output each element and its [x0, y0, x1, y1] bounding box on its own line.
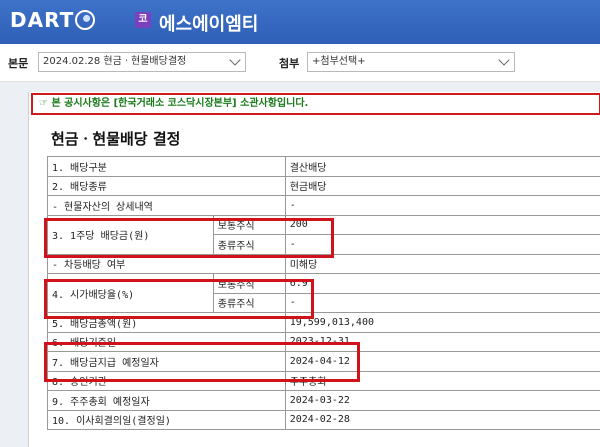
logo-text: DART — [10, 8, 75, 32]
row-value: 2024-03-22 — [284, 390, 600, 411]
table-row: 7. 배당금지급 예정일자 2024-04-12 — [47, 351, 600, 372]
row-sublabel: 종류주식 — [212, 292, 286, 313]
row-value: - — [284, 195, 600, 216]
row-label: 6. 배당기준일 — [47, 331, 286, 352]
row-label: 8. 승인기관 — [47, 370, 286, 391]
row-label: - 현물자산의 상세내역 — [47, 195, 286, 216]
row-value: 결산배당 — [284, 156, 600, 177]
main-doc-label: 본문 — [8, 57, 29, 70]
row-sublabel: 보통주식 — [212, 273, 286, 294]
attachment-select-value: +첨부선택+ — [312, 56, 366, 67]
dart-logo[interactable]: DART — [10, 8, 96, 32]
row-label: 9. 주주총회 예정일자 — [47, 390, 286, 411]
table-row: 5. 배당금총액(원) 19,599,013,400 — [47, 312, 600, 333]
jurisdiction-notice: ☞ 본 공시사항은 [한국거래소 코스닥시장본부] 소관사항입니다. — [31, 93, 600, 115]
table-row: 4. 시가배당율(%) 보통주식 6.9 — [47, 273, 600, 313]
table-row: 2. 배당종류 현금배당 — [47, 175, 600, 196]
row-value: 현금배당 — [284, 175, 600, 196]
row-label: 5. 배당금총액(원) — [47, 312, 286, 333]
row-value: 2023-12-31 — [284, 331, 600, 352]
row-value: 주주총회 — [284, 370, 600, 391]
chevron-down-icon — [229, 54, 241, 66]
row-value: - — [284, 292, 600, 313]
row-value: - — [284, 234, 600, 255]
row-sublabel: 종류주식 — [212, 234, 286, 255]
dividend-table: 1. 배당구분 결산배당 2. 배당종류 현금배당 - 현물자산의 상세내역 -… — [47, 156, 600, 430]
table-row: - 현물자산의 상세내역 - — [47, 195, 600, 216]
row-label: 7. 배당금지급 예정일자 — [47, 351, 286, 372]
row-label: - 차등배당 여부 — [47, 253, 286, 274]
app-header: DART 코 에스에이엠티 — [0, 0, 600, 44]
row-label: 3. 1주당 배당금(원) — [47, 214, 214, 255]
table-row: 8. 승인기관 주주총회 — [47, 370, 600, 391]
row-label: 2. 배당종류 — [47, 175, 286, 196]
chevron-down-icon — [498, 54, 510, 66]
row-value: 2024-04-12 — [284, 351, 600, 372]
main-doc-select-value: 2024.02.28 현금ㆍ현물배당결정 — [43, 56, 187, 67]
kosdaq-market-badge: 코 — [135, 12, 151, 28]
table-row: 6. 배당기준일 2023-12-31 — [47, 331, 600, 352]
attachment-label: 첨부 — [279, 57, 300, 70]
table-row: 9. 주주총회 예정일자 2024-03-22 — [47, 390, 600, 411]
row-label: 4. 시가배당율(%) — [47, 273, 214, 313]
row-label: 10. 이사회결의일(결정일) — [47, 409, 286, 430]
row-label: 1. 배당구분 — [47, 156, 286, 177]
logo-globe-icon — [75, 10, 96, 30]
table-row: 3. 1주당 배당금(원) 보통주식 200 — [47, 214, 600, 255]
document-toolbar: 본문 2024.02.28 현금ㆍ현물배당결정 첨부 +첨부선택+ — [0, 44, 600, 82]
main-doc-select[interactable]: 2024.02.28 현금ㆍ현물배당결정 — [38, 52, 246, 72]
row-value: 19,599,013,400 — [284, 312, 600, 333]
row-value: 미해당 — [284, 253, 600, 274]
row-sublabel: 보통주식 — [212, 214, 286, 235]
attachment-select[interactable]: +첨부선택+ — [307, 52, 515, 72]
company-name: 에스에이엠티 — [159, 14, 259, 35]
row-value: 200 — [284, 214, 600, 235]
document-page: ☞ 본 공시사항은 [한국거래소 코스닥시장본부] 소관사항입니다. 현금ㆍ현물… — [28, 92, 600, 447]
row-value: 6.9 — [284, 273, 600, 294]
document-title: 현금ㆍ현물배당 결정 — [51, 130, 181, 148]
table-row: - 차등배당 여부 미해당 — [47, 253, 600, 274]
table-row: 1. 배당구분 결산배당 — [47, 156, 600, 177]
table-row: 10. 이사회결의일(결정일) 2024-02-28 — [47, 409, 600, 430]
document-viewer: ☞ 본 공시사항은 [한국거래소 코스닥시장본부] 소관사항입니다. 현금ㆍ현물… — [0, 82, 600, 447]
row-value: 2024-02-28 — [284, 409, 600, 430]
